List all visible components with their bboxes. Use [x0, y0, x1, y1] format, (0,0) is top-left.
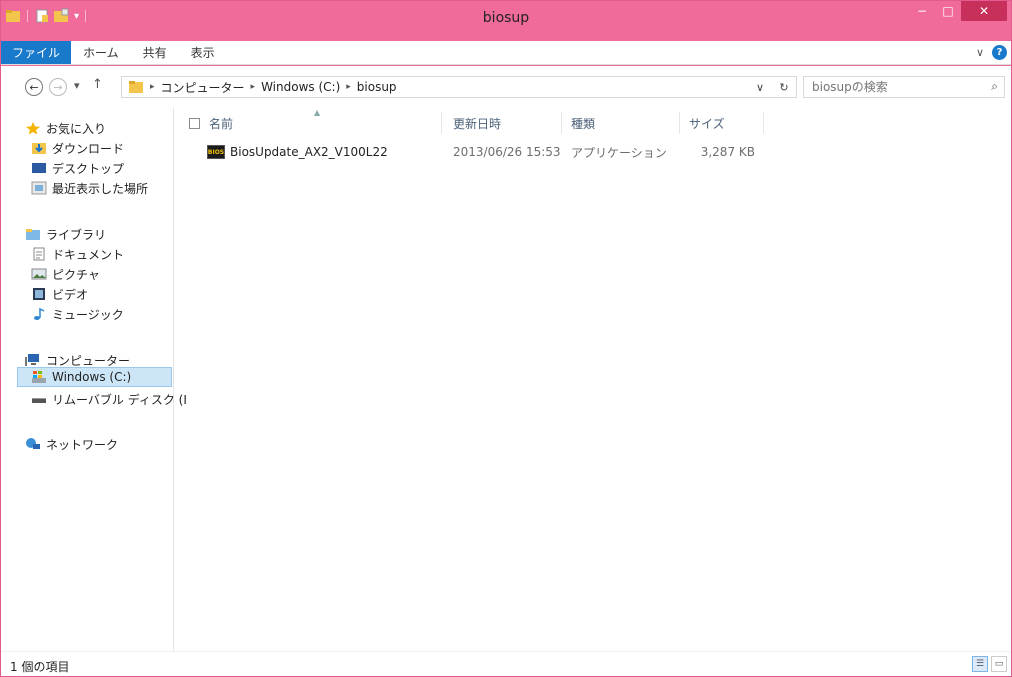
- refresh-icon[interactable]: ↻: [772, 81, 796, 94]
- sidebar-item-documents[interactable]: ドキュメント: [31, 244, 124, 264]
- sidebar-item-libraries[interactable]: ライブラリ: [25, 224, 106, 244]
- sidebar-item-label: Windows (C:): [52, 370, 132, 384]
- folder-icon: [128, 80, 144, 94]
- downloads-icon: [31, 141, 47, 155]
- file-name-cell[interactable]: BIOS BiosUpdate_AX2_V100L22: [207, 141, 388, 163]
- recent-locations-button[interactable]: ▾: [74, 79, 80, 92]
- maximize-button[interactable]: □: [935, 1, 961, 21]
- column-header-label: 名前: [209, 116, 234, 131]
- view-switcher: ☰ ▭: [972, 656, 1007, 672]
- tab-share[interactable]: 共有: [131, 41, 179, 64]
- sidebar-item-windows-c[interactable]: Windows (C:): [17, 367, 172, 387]
- column-header-type[interactable]: 種類: [571, 112, 595, 134]
- breadcrumb-separator-icon[interactable]: ▸: [346, 82, 351, 92]
- ribbon-tabs: ファイル ホーム 共有 表示 ∨ ?: [1, 41, 1011, 65]
- sidebar-item-desktop[interactable]: デスクトップ: [31, 158, 124, 178]
- sidebar-item-label: ネットワーク: [46, 437, 119, 452]
- breadcrumb-separator-icon[interactable]: ▸: [251, 82, 256, 92]
- search-icon[interactable]: ⌕: [991, 79, 998, 94]
- help-icon[interactable]: ?: [992, 45, 1007, 60]
- close-button[interactable]: ✕: [961, 1, 1007, 21]
- select-all-checkbox[interactable]: [189, 117, 200, 129]
- sidebar-item-label: ピクチャ: [52, 267, 100, 282]
- file-type: アプリケーション: [571, 145, 667, 160]
- breadcrumb-folder[interactable]: biosup: [357, 80, 397, 94]
- file-name: BiosUpdate_AX2_V100L22: [230, 145, 388, 159]
- sidebar-item-label: ダウンロード: [52, 141, 125, 156]
- computer-icon: [25, 353, 41, 367]
- desktop-icon: [31, 161, 47, 175]
- sidebar-item-recent-places[interactable]: 最近表示した場所: [31, 178, 148, 198]
- search-box[interactable]: ⌕: [803, 76, 1005, 98]
- file-modified: 2013/06/26 15:53: [453, 145, 561, 159]
- videos-icon: [31, 287, 47, 301]
- sidebar-item-removable-disk[interactable]: リムーバブル ディスク (I: [31, 389, 187, 409]
- music-icon: [31, 307, 47, 321]
- title-bar[interactable]: ▾ biosup − □ ✕: [1, 1, 1011, 41]
- sidebar-item-label: お気に入り: [46, 121, 107, 136]
- status-bar: 1 個の項目 ☰ ▭: [1, 651, 1011, 676]
- item-count: 1 個の項目: [10, 660, 70, 674]
- tab-home[interactable]: ホーム: [71, 41, 131, 64]
- sidebar-item-favorites[interactable]: お気に入り: [25, 118, 106, 138]
- sidebar-item-label: ライブラリ: [46, 227, 107, 242]
- breadcrumb-separator-icon[interactable]: ▸: [150, 82, 155, 92]
- sidebar-item-pictures[interactable]: ピクチャ: [31, 264, 100, 284]
- ribbon-right-controls: ∨ ?: [976, 45, 1007, 60]
- breadcrumb: ▸ コンピューター ▸ Windows (C:) ▸ biosup: [144, 79, 397, 96]
- star-icon: [25, 121, 41, 135]
- removable-disk-icon: [31, 392, 47, 406]
- window-controls: − □ ✕: [909, 1, 1007, 21]
- libraries-icon: [25, 227, 41, 241]
- sidebar-item-videos[interactable]: ビデオ: [31, 284, 88, 304]
- sidebar-item-label: リムーバブル ディスク (I: [52, 392, 187, 407]
- documents-icon: [31, 247, 47, 261]
- column-divider[interactable]: [561, 112, 562, 134]
- file-row[interactable]: BIOS BiosUpdate_AX2_V100L22 2013/06/26 1…: [175, 141, 1011, 163]
- forward-button[interactable]: →: [49, 78, 67, 96]
- address-bar[interactable]: ▸ コンピューター ▸ Windows (C:) ▸ biosup ∨ ↻: [121, 76, 797, 98]
- sidebar-item-label: ミュージック: [52, 307, 124, 322]
- application-icon: BIOS: [207, 145, 225, 159]
- large-icons-view-icon[interactable]: ▭: [991, 656, 1007, 672]
- breadcrumb-computer[interactable]: コンピューター: [161, 79, 245, 96]
- window-title: biosup: [482, 10, 530, 26]
- expand-ribbon-icon[interactable]: ∨: [976, 46, 984, 59]
- sidebar-item-network[interactable]: ネットワーク: [25, 434, 118, 454]
- column-divider[interactable]: [763, 112, 764, 134]
- sidebar-item-label: ビデオ: [52, 287, 89, 302]
- explorer-window: ▾ biosup − □ ✕ ファイル ホーム 共有 表示 ∨ ? ← → ▾ …: [0, 0, 1012, 677]
- recent-places-icon: [31, 181, 47, 195]
- sidebar-item-music[interactable]: ミュージック: [31, 304, 124, 324]
- breadcrumb-drive[interactable]: Windows (C:): [261, 80, 340, 94]
- sidebar-item-label: コンピューター: [46, 353, 131, 368]
- file-size: 3,287 KB: [700, 145, 755, 159]
- column-header-modified[interactable]: 更新日時: [453, 112, 501, 134]
- address-dropdown-icon[interactable]: ∨: [748, 81, 772, 94]
- sidebar-item-label: 最近表示した場所: [52, 181, 149, 196]
- column-header-name[interactable]: 名前: [189, 112, 441, 134]
- pictures-icon: [31, 267, 47, 281]
- drive-icon: [31, 370, 47, 384]
- details-view-icon[interactable]: ☰: [972, 656, 988, 672]
- sidebar-item-label: デスクトップ: [52, 161, 125, 176]
- minimize-button[interactable]: −: [909, 1, 935, 21]
- sidebar-item-downloads[interactable]: ダウンロード: [31, 138, 124, 158]
- search-input[interactable]: [812, 79, 972, 95]
- column-divider[interactable]: [441, 112, 442, 134]
- tab-file[interactable]: ファイル: [1, 41, 72, 64]
- column-divider[interactable]: [679, 112, 680, 134]
- tab-view[interactable]: 表示: [179, 41, 227, 64]
- navigation-pane: お気に入り ダウンロード デスクトップ 最近表示した場所 ライブラリ ドキュメン…: [1, 108, 187, 651]
- address-bar-controls: ∨ ↻: [748, 77, 796, 97]
- content-area: お気に入り ダウンロード デスクトップ 最近表示した場所 ライブラリ ドキュメン…: [1, 108, 1011, 651]
- column-header-size[interactable]: サイズ: [689, 112, 725, 134]
- network-icon: [25, 437, 41, 451]
- up-button[interactable]: ↑: [92, 77, 103, 92]
- sidebar-item-label: ドキュメント: [52, 247, 125, 262]
- address-row: ← → ▾ ↑ ▸ コンピューター ▸ Windows (C:) ▸ biosu…: [1, 66, 1011, 108]
- back-button[interactable]: ←: [25, 78, 43, 96]
- file-list: ▲ 名前 更新日時 種類 サイズ BIOS BiosUpdate_AX2_V10…: [175, 108, 1011, 651]
